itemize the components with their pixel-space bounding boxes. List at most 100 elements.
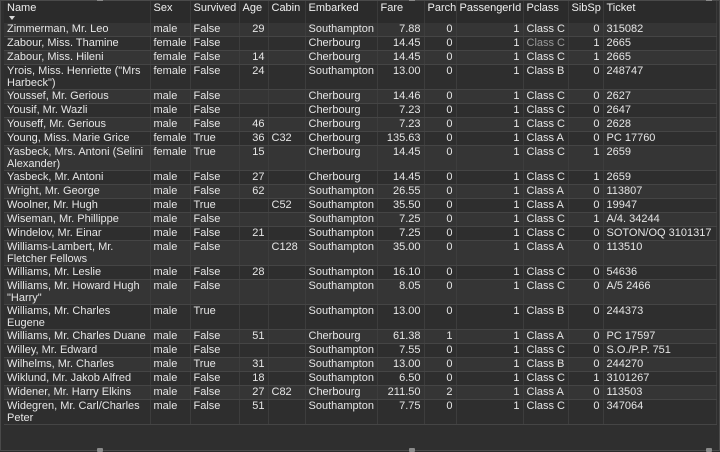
cell-fare[interactable]: 7.75 — [377, 399, 425, 425]
cell-embarked[interactable]: Cherbourg — [305, 329, 378, 344]
cell-ticket[interactable]: 244270 — [603, 357, 717, 372]
cell-cabin[interactable]: C52 — [268, 198, 306, 213]
cell-ticket[interactable]: 244373 — [603, 304, 717, 330]
table-row[interactable]: Willey, Mr. Edward male False Southampton 7.… — [4, 343, 717, 358]
cell-survived[interactable]: True — [190, 357, 240, 372]
cell-fare[interactable]: 7.55 — [377, 343, 425, 358]
cell-embarked[interactable]: Cherbourg — [305, 145, 378, 171]
cell-sex[interactable]: male — [150, 103, 191, 118]
table-row[interactable]: Windelov, Mr. Einar male False 21 Southampto… — [4, 226, 717, 241]
column-header-pclass[interactable]: Pclass — [523, 1, 569, 23]
cell-age[interactable] — [239, 198, 269, 213]
cell-age[interactable] — [239, 240, 269, 266]
table-row[interactable]: Wiseman, Mr. Phillippe male False Southampt… — [4, 212, 717, 227]
cell-fare[interactable]: 7.23 — [377, 117, 425, 132]
cell-ticket[interactable]: 113807 — [603, 184, 717, 199]
cell-name[interactable]: Williams, Mr. Howard Hugh "Harry" — [4, 279, 151, 305]
cell-survived[interactable]: True — [190, 145, 240, 171]
cell-age[interactable]: 46 — [239, 117, 269, 132]
cell-passengerid[interactable]: 1 — [456, 212, 524, 227]
cell-cabin[interactable] — [268, 265, 306, 280]
cell-passengerid[interactable]: 1 — [456, 371, 524, 386]
cell-passengerid[interactable]: 1 — [456, 240, 524, 266]
cell-pclass[interactable]: Class C — [523, 265, 569, 280]
cell-sex[interactable]: male — [150, 184, 191, 199]
cell-sex[interactable]: male — [150, 212, 191, 227]
table-row[interactable]: Zabour, Miss. Hileni female False 14 Cherbou… — [4, 50, 717, 65]
cell-embarked[interactable]: Southampton — [305, 212, 378, 227]
cell-fare[interactable]: 14.46 — [377, 89, 425, 104]
cell-embarked[interactable]: Cherbourg — [305, 117, 378, 132]
table-row[interactable]: Widener, Mr. Harry Elkins male False 27 C82 C… — [4, 385, 717, 400]
cell-survived[interactable]: False — [190, 240, 240, 266]
cell-name[interactable]: Woolner, Mr. Hugh — [4, 198, 151, 213]
table-row[interactable]: Zimmerman, Mr. Leo male False 29 Southampton… — [4, 23, 717, 37]
cell-sibsp[interactable]: 1 — [568, 371, 604, 386]
cell-cabin[interactable] — [268, 399, 306, 425]
cell-ticket[interactable]: 54636 — [603, 265, 717, 280]
cell-embarked[interactable]: Southampton — [305, 304, 378, 330]
cell-name[interactable]: Yrois, Miss. Henriette ("Mrs Harbeck") — [4, 64, 151, 90]
cell-sibsp[interactable]: 1 — [568, 50, 604, 65]
cell-pclass[interactable]: Class A — [523, 329, 569, 344]
cell-passengerid[interactable]: 1 — [456, 279, 524, 305]
cell-passengerid[interactable]: 1 — [456, 145, 524, 171]
cell-sex[interactable]: female — [150, 145, 191, 171]
cell-parch[interactable]: 0 — [424, 50, 457, 65]
cell-cabin[interactable] — [268, 117, 306, 132]
table-row[interactable]: Youseff, Mr. Gerious male False 46 Cherbourg… — [4, 117, 717, 132]
cell-name[interactable]: Yasbeck, Mr. Antoni — [4, 170, 151, 185]
table-row[interactable]: Wright, Mr. George male False 62 Southampton… — [4, 184, 717, 199]
cell-ticket[interactable]: SOTON/OQ 3101317 — [603, 226, 717, 241]
cell-pclass[interactable]: Class A — [523, 240, 569, 266]
cell-parch[interactable]: 0 — [424, 36, 457, 51]
cell-survived[interactable]: False — [190, 170, 240, 185]
cell-cabin[interactable] — [268, 371, 306, 386]
cell-sex[interactable]: male — [150, 371, 191, 386]
cell-fare[interactable]: 35.00 — [377, 240, 425, 266]
cell-sibsp[interactable]: 0 — [568, 131, 604, 146]
cell-pclass[interactable]: Class C — [523, 23, 569, 37]
cell-fare[interactable]: 16.10 — [377, 265, 425, 280]
cell-sex[interactable]: male — [150, 329, 191, 344]
cell-ticket[interactable]: PC 17597 — [603, 329, 717, 344]
cell-parch[interactable]: 0 — [424, 184, 457, 199]
column-header-passengerid[interactable]: PassengerId — [456, 1, 524, 23]
cell-parch[interactable]: 0 — [424, 198, 457, 213]
cell-parch[interactable]: 0 — [424, 226, 457, 241]
cell-ticket[interactable]: 113503 — [603, 385, 717, 400]
cell-sibsp[interactable]: 0 — [568, 304, 604, 330]
cell-fare[interactable]: 8.05 — [377, 279, 425, 305]
table-row[interactable]: Williams-Lambert, Mr. Fletcher Fellows ma… — [4, 240, 717, 266]
cell-embarked[interactable]: Cherbourg — [305, 36, 378, 51]
cell-sibsp[interactable]: 1 — [568, 36, 604, 51]
cell-fare[interactable]: 14.45 — [377, 145, 425, 171]
cell-cabin[interactable]: C82 — [268, 385, 306, 400]
cell-embarked[interactable]: Southampton — [305, 226, 378, 241]
cell-cabin[interactable] — [268, 212, 306, 227]
cell-age[interactable]: 28 — [239, 265, 269, 280]
table-row[interactable]: Williams, Mr. Leslie male False 28 Southampt… — [4, 265, 717, 280]
table-row[interactable]: Yasbeck, Mr. Antoni male False 27 Cherbourg 1… — [4, 170, 717, 185]
cell-sibsp[interactable]: 0 — [568, 64, 604, 90]
cell-age[interactable] — [239, 279, 269, 305]
cell-embarked[interactable]: Southampton — [305, 184, 378, 199]
cell-cabin[interactable] — [268, 304, 306, 330]
cell-name[interactable]: Wilhelms, Mr. Charles — [4, 357, 151, 372]
table-row[interactable]: Yrois, Miss. Henriette ("Mrs Harbeck") fe… — [4, 64, 717, 90]
table-row[interactable]: Widegren, Mr. Carl/Charles Peter male Fals… — [4, 399, 717, 425]
cell-survived[interactable]: False — [190, 329, 240, 344]
cell-cabin[interactable] — [268, 226, 306, 241]
cell-embarked[interactable]: Cherbourg — [305, 50, 378, 65]
table-row[interactable]: Zabour, Miss. Thamine female False Cherbour… — [4, 36, 717, 51]
cell-name[interactable]: Wright, Mr. George — [4, 184, 151, 199]
cell-survived[interactable]: True — [190, 198, 240, 213]
column-header-cabin[interactable]: Cabin — [268, 1, 306, 23]
cell-passengerid[interactable]: 1 — [456, 304, 524, 330]
cell-embarked[interactable]: Cherbourg — [305, 385, 378, 400]
cell-survived[interactable]: False — [190, 103, 240, 118]
cell-name[interactable]: Youseff, Mr. Gerious — [4, 117, 151, 132]
cell-passengerid[interactable]: 1 — [456, 399, 524, 425]
cell-name[interactable]: Zabour, Miss. Hileni — [4, 50, 151, 65]
cell-passengerid[interactable]: 1 — [456, 23, 524, 37]
